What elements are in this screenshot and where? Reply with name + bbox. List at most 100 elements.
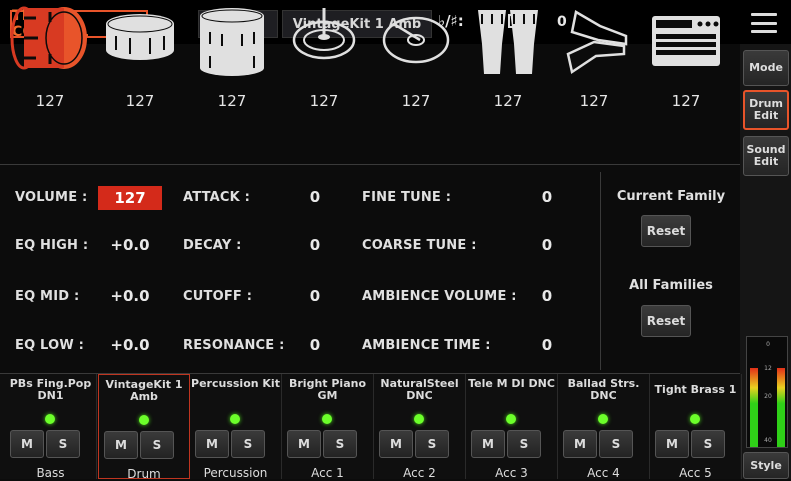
level-meter: 0 12 20 40 [746, 336, 788, 448]
solo-button[interactable]: S [323, 430, 357, 458]
instrument-kick[interactable]: 127 [4, 4, 96, 114]
coarse-tune-value[interactable]: 0 [532, 236, 562, 254]
track-sound-name: Tele M DI DNC [468, 377, 555, 390]
fine-tune-value[interactable]: 0 [532, 188, 562, 206]
track-drum[interactable]: VintageKit 1 Amb M S Drum [98, 374, 190, 481]
mute-button[interactable]: M [655, 430, 689, 458]
decay-label: DECAY : [183, 238, 242, 253]
reset-all-families-button[interactable]: Reset [641, 305, 691, 337]
meter-scale-20: 20 [764, 393, 772, 400]
ambience-volume-label: AMBIENCE VOLUME : [362, 289, 517, 304]
instrument-value: 127 [35, 92, 65, 110]
meter-scale-12: 12 [764, 365, 772, 372]
solo-button[interactable]: S [231, 430, 265, 458]
meter-right-bar [777, 368, 785, 447]
hihat-icon [292, 8, 356, 60]
congas-icon [478, 10, 538, 74]
instrument-value: 127 [579, 92, 609, 110]
track-acc4[interactable]: Ballad Strs. DNC M S Acc 4 [558, 374, 650, 480]
track-led [322, 414, 332, 424]
mute-button[interactable]: M [104, 431, 138, 459]
track-label: Bass [36, 466, 65, 480]
fine-tune-label: FINE TUNE : [362, 190, 452, 205]
tom-drum-icon [200, 8, 264, 76]
track-led [414, 414, 424, 424]
instrument-hihat[interactable]: 127 [278, 4, 370, 114]
sound-edit-button[interactable]: Sound Edit [743, 136, 789, 176]
reset-current-family-button[interactable]: Reset [641, 215, 691, 247]
instrument-value: 127 [125, 92, 155, 110]
kick-drum-icon [10, 6, 87, 70]
coarse-tune-label: COARSE TUNE : [362, 238, 477, 253]
mute-button[interactable]: M [195, 430, 229, 458]
mute-button[interactable]: M [287, 430, 321, 458]
track-sound-name: Tight Brass 1 [654, 383, 737, 396]
track-bass[interactable]: PBs Fing.Pop DN1 M S Bass [5, 374, 97, 480]
instrument-value: 127 [217, 92, 247, 110]
track-acc5[interactable]: Tight Brass 1 M S Acc 5 [650, 374, 742, 480]
volume-value[interactable]: 127 [98, 186, 162, 210]
mute-button[interactable]: M [471, 430, 505, 458]
ambience-volume-value[interactable]: 0 [532, 287, 562, 305]
instrument-tom[interactable]: 127 [186, 4, 278, 114]
track-led [230, 414, 240, 424]
drum-edit-button[interactable]: Drum Edit [743, 90, 789, 130]
mode-button[interactable]: Mode [743, 50, 789, 86]
track-acc2[interactable]: NaturalSteel DNC M S Acc 2 [374, 374, 466, 480]
solo-button[interactable]: S [140, 431, 174, 459]
instrument-drum-machine[interactable]: 127 [640, 4, 732, 114]
solo-button[interactable]: S [599, 430, 633, 458]
eq-low-value[interactable]: +0.0 [100, 336, 160, 354]
mute-button[interactable]: M [10, 430, 44, 458]
ambience-time-value[interactable]: 0 [532, 336, 562, 354]
meter-scale-0: 0 [766, 341, 770, 348]
track-label: Acc 3 [495, 466, 528, 480]
track-percussion[interactable]: Percussion Kit M S Percussion [190, 374, 282, 480]
track-sound-name: VintageKit 1 Amb [105, 378, 183, 404]
eq-low-label: EQ LOW : [15, 338, 84, 353]
track-led [139, 415, 149, 425]
instrument-shaker[interactable]: 127 [548, 4, 640, 114]
cymbal-icon [382, 16, 450, 64]
eq-high-label: EQ HIGH : [15, 238, 89, 253]
cutoff-value[interactable]: 0 [300, 287, 330, 305]
track-label: Percussion [203, 466, 268, 480]
track-label: Acc 1 [311, 466, 344, 480]
instrument-congas[interactable]: 127 [462, 4, 554, 114]
divider-vertical [600, 172, 601, 370]
solo-button[interactable]: S [415, 430, 449, 458]
snare-drum-icon [106, 14, 174, 60]
solo-button[interactable]: S [691, 430, 725, 458]
eq-high-value[interactable]: +0.0 [100, 236, 160, 254]
mute-button[interactable]: M [563, 430, 597, 458]
track-sound-name: PBs Fing.Pop DN1 [9, 377, 92, 403]
all-families-label: All Families [629, 278, 713, 293]
instrument-value: 127 [671, 92, 701, 110]
mute-button[interactable]: M [379, 430, 413, 458]
solo-button[interactable]: S [46, 430, 80, 458]
ambience-time-label: AMBIENCE TIME : [362, 338, 491, 353]
track-acc3[interactable]: Tele M DI DNC M S Acc 3 [466, 374, 558, 480]
menu-icon[interactable] [747, 10, 781, 36]
instrument-value: 127 [401, 92, 431, 110]
attack-value[interactable]: 0 [300, 188, 330, 206]
instrument-cymbal[interactable]: 127 [370, 4, 462, 114]
track-label: Acc 4 [587, 466, 620, 480]
eq-mid-value[interactable]: +0.0 [100, 287, 160, 305]
decay-value[interactable]: 0 [300, 236, 330, 254]
track-sound-name: Percussion Kit [191, 377, 280, 390]
track-sound-name: Bright Piano GM [288, 377, 367, 403]
track-led [690, 414, 700, 424]
meter-left-bar [750, 368, 758, 447]
solo-button[interactable]: S [507, 430, 541, 458]
eq-mid-label: EQ MID : [15, 289, 80, 304]
instrument-snare[interactable]: 127 [94, 4, 186, 114]
style-button[interactable]: Style [743, 452, 789, 479]
instrument-value: 127 [493, 92, 523, 110]
track-acc1[interactable]: Bright Piano GM M S Acc 1 [282, 374, 374, 480]
track-sound-name: Ballad Strs. DNC [567, 377, 640, 403]
meter-scale-40: 40 [764, 437, 772, 444]
resonance-value[interactable]: 0 [300, 336, 330, 354]
cutoff-label: CUTOFF : [183, 289, 253, 304]
current-family-label: Current Family [616, 189, 726, 204]
